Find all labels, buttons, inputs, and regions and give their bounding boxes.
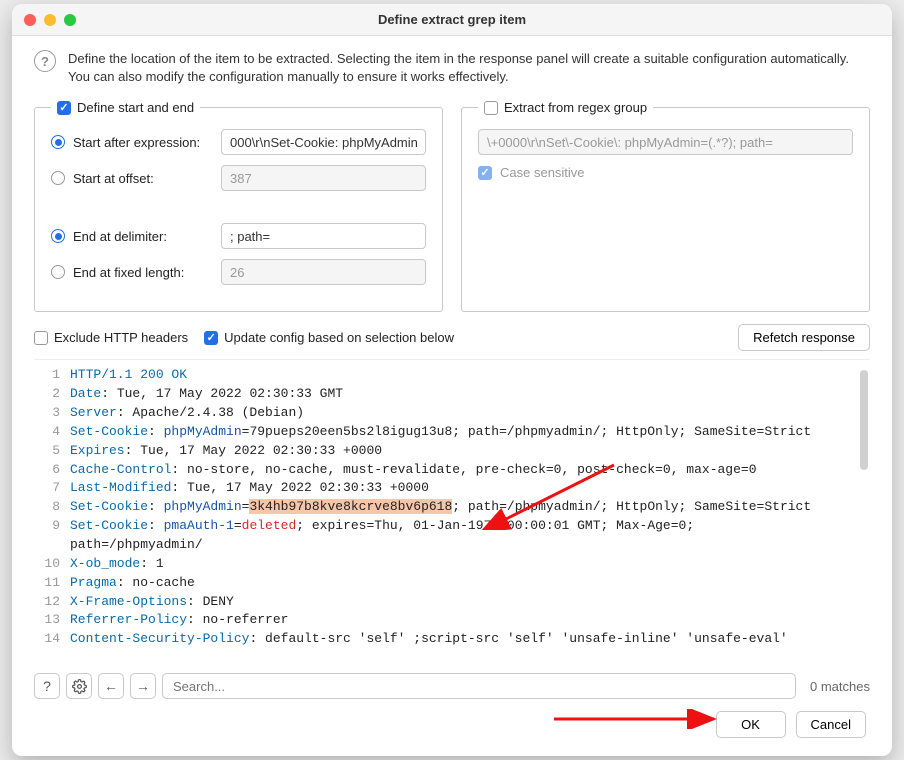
end-at-fixed-length-input[interactable] [221, 259, 426, 285]
scrollbar-thumb[interactable] [860, 370, 868, 470]
case-sensitive-label: Case sensitive [500, 165, 585, 180]
end-at-fixed-length-radio[interactable] [51, 265, 65, 279]
exclude-http-headers-checkbox[interactable] [34, 331, 48, 345]
window-title: Define extract grep item [12, 12, 892, 27]
end-at-delimiter-label: End at delimiter: [73, 229, 167, 244]
extract-regex-legend: Extract from regex group [504, 100, 647, 115]
next-match-button[interactable]: → [130, 673, 156, 699]
titlebar: Define extract grep item [12, 4, 892, 36]
end-at-fixed-length-label: End at fixed length: [73, 265, 184, 280]
match-count: 0 matches [810, 679, 870, 694]
start-at-offset-input[interactable] [221, 165, 426, 191]
ok-button[interactable]: OK [716, 711, 786, 738]
refetch-response-button[interactable]: Refetch response [738, 324, 870, 351]
dialog-window: Define extract grep item ? Define the lo… [12, 4, 892, 756]
update-config-checkbox[interactable] [204, 331, 218, 345]
start-after-expression-label: Start after expression: [73, 135, 200, 150]
extract-regex-checkbox[interactable] [484, 101, 498, 115]
update-config-label: Update config based on selection below [224, 330, 454, 345]
help-icon-small[interactable]: ? [34, 673, 60, 699]
response-panel[interactable]: 1HTTP/1.1 200 OK2Date: Tue, 17 May 2022 … [34, 359, 870, 659]
exclude-http-headers-label: Exclude HTTP headers [54, 330, 188, 345]
start-at-offset-label: Start at offset: [73, 171, 154, 186]
description-text: Define the location of the item to be ex… [68, 50, 870, 86]
define-start-end-legend: Define start and end [77, 100, 194, 115]
define-start-end-panel: Define start and end Start after express… [34, 100, 443, 312]
annotation-arrow-icon [554, 709, 734, 729]
cancel-button[interactable]: Cancel [796, 711, 866, 738]
gear-icon[interactable] [66, 673, 92, 699]
start-after-expression-input[interactable] [221, 129, 426, 155]
case-sensitive-checkbox[interactable] [478, 166, 492, 180]
prev-match-button[interactable]: ← [98, 673, 124, 699]
extract-regex-panel: Extract from regex group Case sensitive [461, 100, 870, 312]
start-at-offset-radio[interactable] [51, 171, 65, 185]
end-at-delimiter-radio[interactable] [51, 229, 65, 243]
end-at-delimiter-input[interactable] [221, 223, 426, 249]
help-icon[interactable]: ? [34, 50, 56, 72]
define-start-end-checkbox[interactable] [57, 101, 71, 115]
search-input[interactable] [162, 673, 796, 699]
regex-input[interactable] [478, 129, 853, 155]
start-after-expression-radio[interactable] [51, 135, 65, 149]
